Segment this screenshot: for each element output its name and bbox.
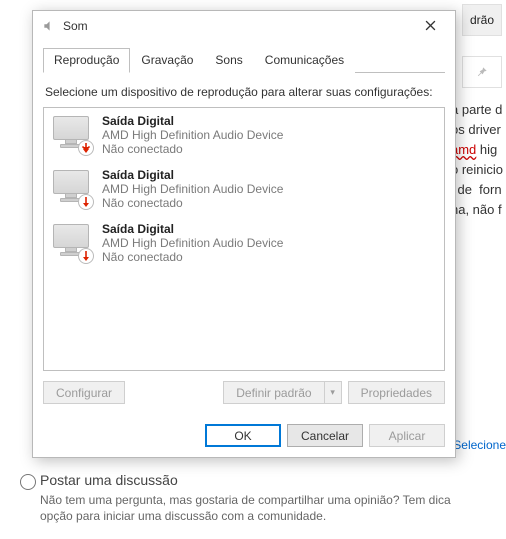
tab-sounds[interactable]: Sons	[204, 48, 253, 73]
device-status: Não conectado	[102, 250, 283, 264]
background-clipped-text: a parte d os driver amd hig o reinicio i…	[451, 100, 506, 220]
device-status: Não conectado	[102, 142, 283, 156]
close-button[interactable]	[411, 13, 449, 39]
titlebar[interactable]: Som	[33, 11, 455, 41]
radio-icon	[20, 474, 36, 490]
set-default-dropdown: ▾	[324, 381, 342, 404]
sound-icon	[41, 18, 57, 34]
post-discussion-desc: Não tem uma pergunta, mas gostaria de co…	[40, 492, 502, 524]
tab-recording[interactable]: Gravação	[130, 48, 204, 73]
device-status: Não conectado	[102, 196, 283, 210]
list-item[interactable]: Saída Digital AMD High Definition Audio …	[44, 162, 444, 216]
device-desc: AMD High Definition Audio Device	[102, 128, 283, 142]
monitor-icon	[52, 222, 92, 262]
properties-button: Propriedades	[348, 381, 445, 404]
post-discussion-option[interactable]: Postar uma discussão Não tem uma pergunt…	[40, 472, 502, 524]
background-link[interactable]: Selecione	[453, 438, 506, 452]
background-button[interactable]: drão	[462, 4, 502, 36]
dialog-title: Som	[63, 19, 411, 33]
device-name: Saída Digital	[102, 114, 283, 128]
sound-dialog: Som Reprodução Gravação Sons Comunicaçõe…	[32, 10, 456, 458]
set-default-split-button: Definir padrão ▾	[223, 381, 341, 404]
chevron-down-icon: ▾	[330, 387, 335, 398]
set-default-button: Definir padrão	[223, 381, 323, 404]
tab-strip: Reprodução Gravação Sons Comunicações	[43, 47, 445, 73]
arrow-down-badge-icon	[78, 194, 94, 210]
post-discussion-title: Postar uma discussão	[40, 472, 502, 488]
device-desc: AMD High Definition Audio Device	[102, 236, 283, 250]
arrow-down-badge-icon	[78, 248, 94, 264]
tab-communications[interactable]: Comunicações	[254, 48, 355, 73]
apply-button: Aplicar	[369, 424, 445, 447]
cancel-button[interactable]: Cancelar	[287, 424, 363, 447]
pin-icon[interactable]	[462, 56, 502, 88]
device-desc: AMD High Definition Audio Device	[102, 182, 283, 196]
tab-playback[interactable]: Reprodução	[43, 48, 130, 73]
instruction-text: Selecione um dispositivo de reprodução p…	[45, 85, 443, 99]
arrow-down-badge-icon	[78, 140, 94, 156]
ok-button[interactable]: OK	[205, 424, 281, 447]
list-item[interactable]: Saída Digital AMD High Definition Audio …	[44, 108, 444, 162]
device-list[interactable]: Saída Digital AMD High Definition Audio …	[43, 107, 445, 371]
monitor-icon	[52, 168, 92, 208]
configure-button: Configurar	[43, 381, 125, 404]
background-button-label: drão	[470, 13, 494, 27]
device-name: Saída Digital	[102, 168, 283, 182]
device-name: Saída Digital	[102, 222, 283, 236]
monitor-icon	[52, 114, 92, 154]
list-item[interactable]: Saída Digital AMD High Definition Audio …	[44, 216, 444, 270]
close-icon	[425, 18, 436, 34]
